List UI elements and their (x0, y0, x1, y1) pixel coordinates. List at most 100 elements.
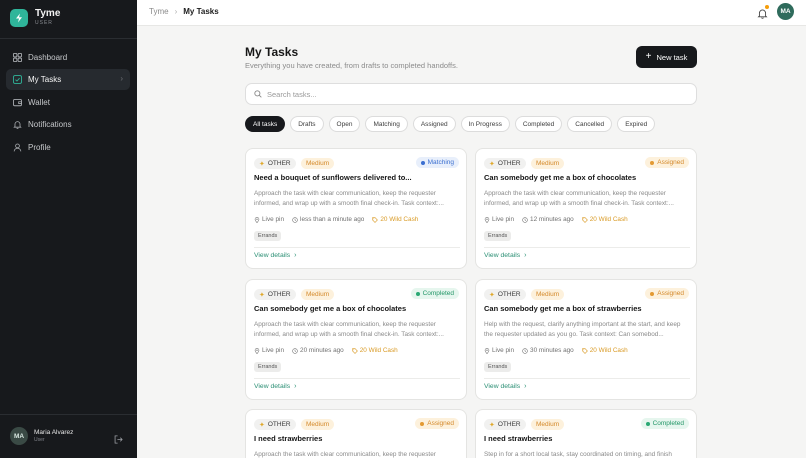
pin-icon (254, 347, 260, 354)
status-badge: Assigned (645, 288, 689, 299)
pin-icon (484, 216, 490, 223)
filter-expired[interactable]: Expired (617, 116, 656, 132)
user-name: Maria Alvarez (34, 429, 74, 436)
priority-badge: Medium (531, 158, 565, 169)
sidebar-item-wallet[interactable]: Wallet (6, 92, 130, 113)
task-description: Approach the task with clear communicati… (254, 190, 444, 207)
task-card[interactable]: ✦ OTHER Medium Assigned Can somebody get … (475, 279, 697, 400)
tag-icon (352, 347, 358, 354)
task-reward: 20 Wild Cash (589, 347, 628, 354)
filter-cancelled[interactable]: Cancelled (567, 116, 613, 132)
filter-assigned[interactable]: Assigned (412, 116, 456, 132)
task-title: Need a bouquet of sunflowers delivered t… (254, 173, 412, 182)
task-title: Can somebody get me a box of chocolates (254, 304, 407, 313)
user-icon (12, 142, 22, 152)
task-time: 20 minutes ago (300, 347, 344, 354)
breadcrumb-current: My Tasks (183, 7, 219, 16)
priority-badge: Medium (301, 158, 335, 169)
sidebar-item-label: Notifications (28, 120, 72, 130)
search-input[interactable] (267, 89, 667, 99)
task-card[interactable]: ✦ OTHER Medium Completed Can somebody get… (245, 279, 467, 400)
filter-open[interactable]: Open (328, 116, 361, 132)
category-badge: ✦ OTHER (484, 419, 526, 430)
task-description: Help with the request, clarify anything … (484, 321, 681, 338)
view-details-link[interactable]: View details › (254, 383, 297, 390)
new-task-button[interactable]: + New task (636, 46, 697, 68)
task-location: Live pin (262, 216, 285, 223)
task-card[interactable]: ✦ OTHER Medium Assigned Can somebody get … (475, 148, 697, 269)
sidebar-divider (0, 414, 137, 415)
app-role: USER (35, 20, 53, 26)
status-badge: Assigned (645, 157, 689, 168)
sidebar-item-dashboard[interactable]: Dashboard (6, 47, 130, 68)
card-divider (484, 247, 690, 248)
task-title: Can somebody get me a box of chocolates (484, 173, 637, 182)
task-description: Approach the task with clear communicati… (484, 190, 674, 207)
lightning-logo-icon (10, 8, 28, 27)
task-reward: 20 Wild Cash (589, 216, 628, 223)
plus-icon: + (645, 51, 652, 62)
card-divider (484, 378, 690, 379)
wallet-icon (12, 97, 22, 107)
notification-dot (765, 5, 769, 9)
breadcrumb-root[interactable]: Tyme (149, 7, 169, 16)
sparkle-icon: ✦ (259, 160, 265, 168)
clock-icon (292, 347, 298, 354)
sparkle-icon: ✦ (259, 421, 265, 429)
clock-icon (522, 216, 528, 223)
avatar[interactable]: MA (777, 3, 794, 20)
bell-icon (12, 120, 22, 130)
task-meta: Live pin 30 minutes ago 20 Wild Cash (484, 347, 636, 354)
view-details-link[interactable]: View details › (254, 252, 297, 259)
sidebar-item-label: Profile (28, 142, 51, 152)
breadcrumb: Tyme › My Tasks (149, 7, 219, 16)
task-meta: Live pin 12 minutes ago 20 Wild Cash (484, 216, 636, 223)
sidebar-divider (0, 38, 137, 39)
avatar[interactable]: MA (10, 427, 28, 445)
filter-in-progress[interactable]: In Progress (460, 116, 510, 132)
topbar: Tyme › My Tasks MA (137, 0, 806, 26)
filter-completed[interactable]: Completed (514, 116, 563, 132)
category-badge: ✦ OTHER (254, 419, 296, 430)
task-label: Errands (484, 362, 512, 372)
task-time: 12 minutes ago (530, 216, 574, 223)
task-location: Live pin (492, 347, 515, 354)
priority-badge: Medium (531, 289, 565, 300)
task-location: Live pin (492, 216, 515, 223)
filter-matching[interactable]: Matching (365, 116, 408, 132)
priority-badge: Medium (531, 419, 565, 430)
sparkle-icon: ✦ (489, 160, 495, 168)
sparkle-icon: ✦ (489, 291, 495, 299)
task-description: Approach the task with clear communicati… (254, 451, 436, 458)
task-label: Errands (254, 362, 282, 372)
category-badge: ✦ OTHER (254, 289, 296, 300)
filter-drafts[interactable]: Drafts (290, 116, 324, 132)
sidebar-item-notifications[interactable]: Notifications (6, 114, 130, 135)
task-reward: 20 Wild Cash (359, 347, 398, 354)
tasks-icon (12, 75, 22, 85)
status-badge: Assigned (415, 418, 459, 429)
view-details-link[interactable]: View details › (484, 252, 527, 259)
sidebar-item-label: Dashboard (28, 53, 68, 62)
sidebar: Tyme USER Dashboard My Tasks › Wallet No… (0, 0, 137, 458)
task-card[interactable]: ✦ OTHER Medium Completed I need strawberr… (475, 409, 697, 458)
pin-icon (254, 216, 260, 223)
brand[interactable]: Tyme USER (10, 8, 60, 27)
chevron-right-icon: › (524, 252, 527, 259)
chevron-right-icon: › (524, 383, 527, 390)
task-card[interactable]: ✦ OTHER Medium Matching Need a bouquet of… (245, 148, 467, 269)
task-description: Step in for a short local task, stay coo… (484, 451, 672, 458)
user-role: User (34, 437, 45, 443)
search-icon (254, 85, 262, 103)
filter-all-tasks[interactable]: All tasks (245, 116, 286, 132)
category-badge: ✦ OTHER (254, 158, 296, 169)
chevron-right-icon: › (294, 383, 297, 390)
view-details-link[interactable]: View details › (484, 383, 527, 390)
task-description: Approach the task with clear communicati… (254, 321, 444, 338)
sidebar-item-my-tasks[interactable]: My Tasks › (6, 69, 130, 91)
sidebar-item-profile[interactable]: Profile (6, 137, 130, 158)
sidebar-item-label: My Tasks (28, 75, 62, 85)
task-card[interactable]: ✦ OTHER Medium Assigned I need strawberri… (245, 409, 467, 458)
logout-icon[interactable] (114, 431, 123, 444)
page-subtitle: Everything you have created, from drafts… (245, 61, 458, 70)
